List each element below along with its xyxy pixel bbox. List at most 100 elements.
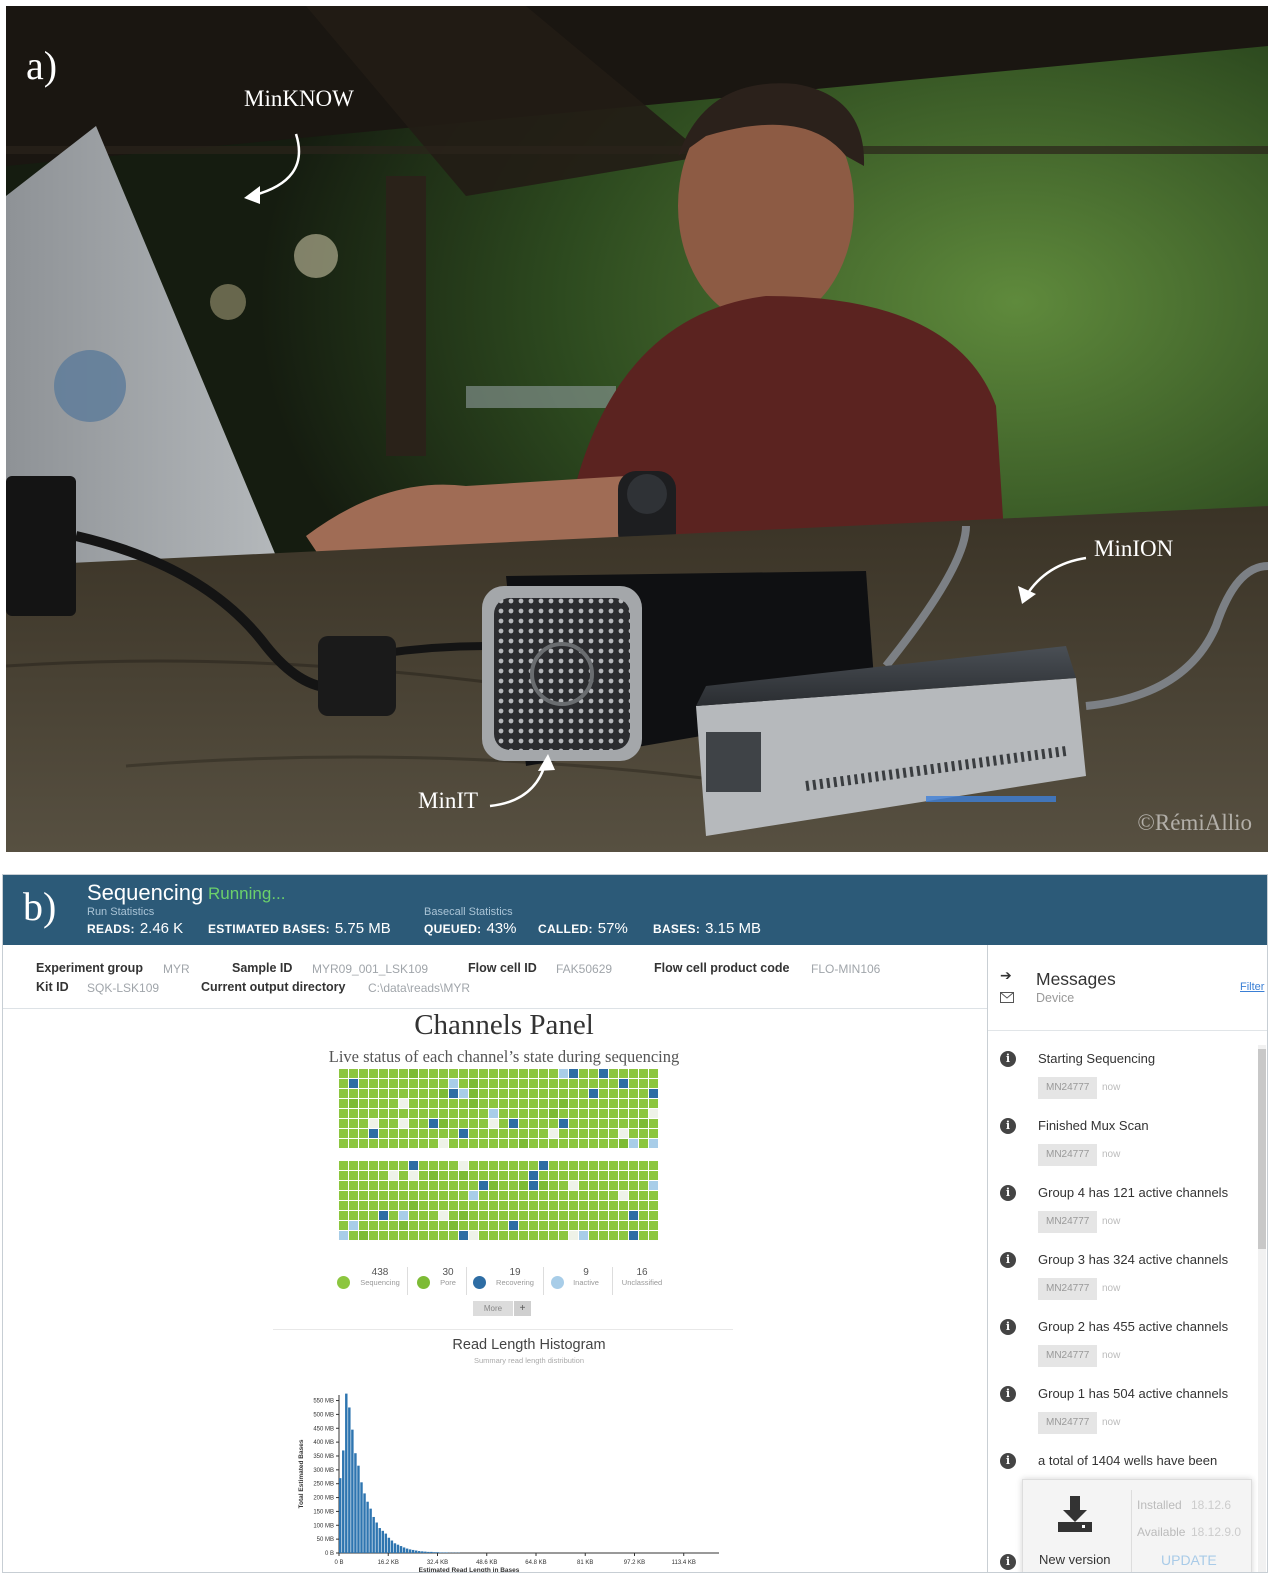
channel-cell[interactable] (399, 1231, 408, 1240)
channel-cell[interactable] (359, 1171, 368, 1180)
channel-cell[interactable] (569, 1181, 578, 1190)
channel-cell[interactable] (429, 1089, 438, 1098)
channel-cell[interactable] (549, 1079, 558, 1088)
message-item[interactable]: i Group 1 has 504 active channels MN2477… (988, 1384, 1250, 1444)
channel-cell[interactable] (429, 1181, 438, 1190)
channel-cell[interactable] (479, 1161, 488, 1170)
channel-cell[interactable] (569, 1191, 578, 1200)
channel-cell[interactable] (419, 1079, 428, 1088)
channel-cell[interactable] (409, 1109, 418, 1118)
channel-cell[interactable] (419, 1191, 428, 1200)
channel-cell[interactable] (649, 1191, 658, 1200)
channel-cell[interactable] (469, 1129, 478, 1138)
channel-cell[interactable] (339, 1109, 348, 1118)
channel-cell[interactable] (439, 1129, 448, 1138)
channel-cell[interactable] (339, 1079, 348, 1088)
channel-cell[interactable] (629, 1211, 638, 1220)
channel-cell[interactable] (429, 1201, 438, 1210)
channel-cell[interactable] (409, 1079, 418, 1088)
channel-cell[interactable] (619, 1181, 628, 1190)
channel-cell[interactable] (639, 1201, 648, 1210)
channel-cell[interactable] (399, 1171, 408, 1180)
channel-cell[interactable] (389, 1181, 398, 1190)
channel-cell[interactable] (639, 1119, 648, 1128)
channel-cell[interactable] (379, 1139, 388, 1148)
channel-cell[interactable] (559, 1069, 568, 1078)
channel-cell[interactable] (549, 1181, 558, 1190)
channel-cell[interactable] (369, 1211, 378, 1220)
channel-cell[interactable] (409, 1069, 418, 1078)
channel-cell[interactable] (509, 1099, 518, 1108)
channel-cell[interactable] (439, 1069, 448, 1078)
channel-cell[interactable] (549, 1089, 558, 1098)
channel-cell[interactable] (439, 1139, 448, 1148)
channel-cell[interactable] (569, 1109, 578, 1118)
channel-cell[interactable] (419, 1109, 428, 1118)
channel-cell[interactable] (509, 1129, 518, 1138)
channel-cell[interactable] (469, 1211, 478, 1220)
channel-cell[interactable] (339, 1181, 348, 1190)
channel-cell[interactable] (429, 1069, 438, 1078)
channel-cell[interactable] (379, 1089, 388, 1098)
channel-cell[interactable] (419, 1129, 428, 1138)
channel-cell[interactable] (649, 1099, 658, 1108)
message-item[interactable]: i Group 2 has 455 active channels MN2477… (988, 1317, 1250, 1377)
channel-cell[interactable] (519, 1069, 528, 1078)
channel-cell[interactable] (409, 1119, 418, 1128)
channel-cell[interactable] (449, 1079, 458, 1088)
channel-cell[interactable] (479, 1191, 488, 1200)
channel-cell[interactable] (449, 1119, 458, 1128)
channel-cell[interactable] (639, 1139, 648, 1148)
channel-cell[interactable] (369, 1099, 378, 1108)
channel-cell[interactable] (359, 1079, 368, 1088)
channel-cell[interactable] (599, 1089, 608, 1098)
message-item[interactable]: i Starting Sequencing MN24777 now (988, 1049, 1250, 1109)
channel-cell[interactable] (559, 1079, 568, 1088)
channel-cell[interactable] (579, 1119, 588, 1128)
channel-cell[interactable] (459, 1089, 468, 1098)
channel-cell[interactable] (459, 1139, 468, 1148)
channel-cell[interactable] (359, 1191, 368, 1200)
channel-cell[interactable] (389, 1211, 398, 1220)
channel-cell[interactable] (379, 1221, 388, 1230)
channel-cell[interactable] (629, 1089, 638, 1098)
channel-cell[interactable] (539, 1099, 548, 1108)
channel-cell[interactable] (649, 1201, 658, 1210)
channel-cell[interactable] (519, 1211, 528, 1220)
channel-cell[interactable] (429, 1231, 438, 1240)
channel-cell[interactable] (579, 1099, 588, 1108)
channel-cell[interactable] (349, 1109, 358, 1118)
channel-cell[interactable] (389, 1161, 398, 1170)
channel-cell[interactable] (349, 1161, 358, 1170)
channel-cell[interactable] (399, 1201, 408, 1210)
channel-cell[interactable] (569, 1129, 578, 1138)
channel-cell[interactable] (599, 1191, 608, 1200)
message-item[interactable]: i Finished Mux Scan MN24777 now (988, 1116, 1250, 1176)
channel-cell[interactable] (559, 1089, 568, 1098)
channel-cell[interactable] (569, 1231, 578, 1240)
channel-cell[interactable] (379, 1231, 388, 1240)
channel-cell[interactable] (419, 1119, 428, 1128)
channel-cell[interactable] (589, 1089, 598, 1098)
channel-cell[interactable] (469, 1119, 478, 1128)
channel-cell[interactable] (369, 1139, 378, 1148)
channel-cell[interactable] (479, 1069, 488, 1078)
channel-cell[interactable] (589, 1171, 598, 1180)
legend-unclassified[interactable]: 16 Unclassified (607, 1267, 677, 1287)
channel-cell[interactable] (589, 1231, 598, 1240)
channel-cell[interactable] (519, 1201, 528, 1210)
channel-cell[interactable] (339, 1171, 348, 1180)
channel-cell[interactable] (399, 1181, 408, 1190)
channel-cell[interactable] (489, 1171, 498, 1180)
channel-cell[interactable] (609, 1211, 618, 1220)
channel-cell[interactable] (429, 1211, 438, 1220)
channel-cell[interactable] (609, 1161, 618, 1170)
channel-cell[interactable] (399, 1129, 408, 1138)
channel-cell[interactable] (629, 1231, 638, 1240)
channel-cell[interactable] (469, 1181, 478, 1190)
channel-cell[interactable] (509, 1089, 518, 1098)
channel-cell[interactable] (529, 1129, 538, 1138)
channel-cell[interactable] (639, 1171, 648, 1180)
channel-cell[interactable] (489, 1201, 498, 1210)
channel-cell[interactable] (469, 1089, 478, 1098)
